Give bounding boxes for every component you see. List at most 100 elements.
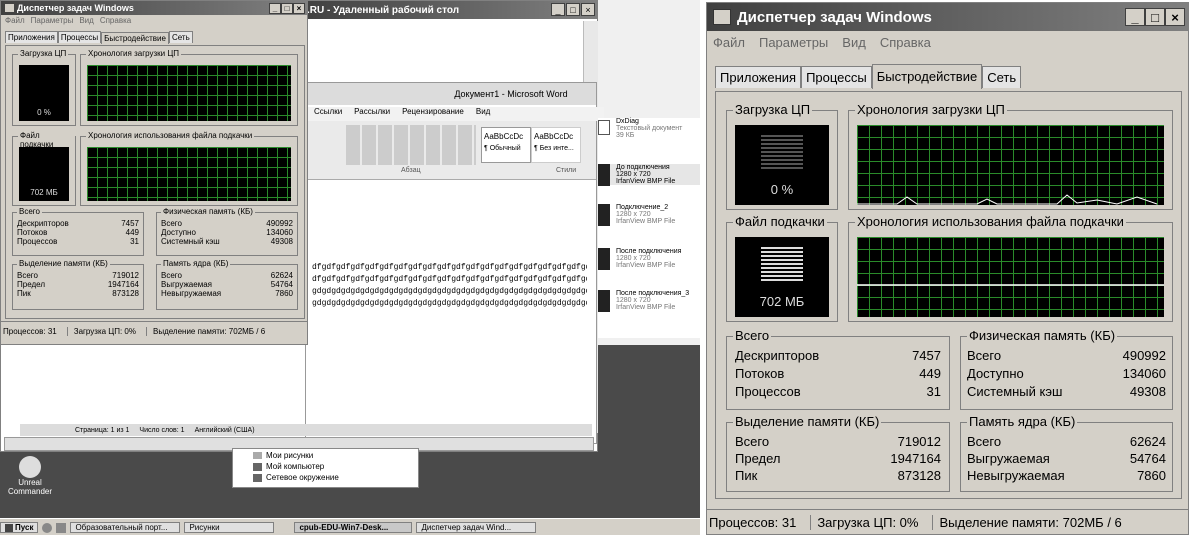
style-box-no-spacing[interactable]: AaBbCcDc ¶ Без инте... (531, 127, 581, 163)
pagefile-bar-icon (761, 247, 803, 283)
stat-value: 54764 (270, 280, 293, 289)
stat-label: Выгружаемая (967, 451, 1050, 466)
tab-applications[interactable]: Приложения (715, 66, 802, 88)
tab-panel: Загрузка ЦП 0 % Хронология загрузки ЦП Ф… (5, 45, 305, 319)
close-icon[interactable]: × (581, 3, 595, 16)
file-info: Текстовый документ (616, 125, 683, 132)
stat-label: Всего (735, 434, 770, 449)
minimize-icon[interactable]: _ (551, 3, 565, 16)
remote-window-controls: _ □ × (551, 3, 595, 16)
paragraph-controls[interactable] (346, 125, 476, 165)
stat-row: Невыгружаемая 7860 (967, 467, 1166, 484)
stat-label: Всего (161, 271, 182, 280)
ribbon-tab[interactable]: Ссылки (314, 107, 342, 121)
explorer-item[interactable]: Сетевое окружение (253, 473, 418, 482)
taskbar-item[interactable]: Диспетчер задач Wind... (416, 522, 537, 533)
stat-row: Процессов 31 (17, 237, 139, 246)
maximize-icon[interactable]: □ (1145, 8, 1165, 26)
tab-strip: Приложения Процессы Быстродействие Сеть (5, 29, 307, 44)
stat-value: 7457 (912, 348, 941, 363)
word-statusbar: Страница: 1 из 1 Число слов: 1 Английски… (20, 424, 592, 436)
stat-value: 62624 (1129, 434, 1166, 449)
status-words: Число слов: 1 (139, 426, 185, 434)
stat-value: 873128 (897, 468, 941, 483)
group-label: Загрузка ЦП (733, 102, 813, 117)
tab-network[interactable]: Сеть (982, 66, 1022, 88)
style-box-normal[interactable]: AaBbCcDc ¶ Обычный (481, 127, 531, 163)
close-icon[interactable]: × (293, 2, 305, 14)
tab-performance[interactable]: Быстродействие (101, 32, 169, 44)
taskbar-item[interactable]: Образовательный порт... (70, 522, 181, 533)
stat-value: 31 (926, 384, 941, 399)
stat-label: Предел (17, 280, 45, 289)
minimize-icon[interactable]: _ (1125, 8, 1145, 26)
quicklaunch-icon[interactable] (56, 522, 67, 533)
tab-network[interactable]: Сеть (168, 31, 193, 43)
totals-group: Всего Дескрипторов 7457 Потоков 449 Процес… (726, 328, 950, 410)
taskbar-item[interactable]: cpub-EDU-Win7-Desk... (294, 522, 413, 533)
stat-label: Доступно (161, 228, 196, 237)
group-label: Физическая память (КБ) (161, 207, 255, 216)
menu-options[interactable]: Параметры (759, 35, 828, 50)
window-title: Диспетчер задач Windows (737, 8, 932, 26)
taskbar-item[interactable]: Рисунки (184, 522, 275, 533)
file-item[interactable]: Подключение_2 1280 x 720 IrfanView BMP F… (598, 204, 700, 226)
stat-value: 134060 (1122, 366, 1166, 381)
status-bar: Процессов: 31 Загрузка ЦП: 0% Выделение … (1, 321, 307, 341)
menu-options[interactable]: Параметры (31, 16, 74, 25)
tab-applications[interactable]: Приложения (5, 31, 58, 43)
maximize-icon[interactable]: □ (281, 2, 293, 14)
start-button[interactable]: Пуск (0, 522, 39, 533)
menu-view[interactable]: Вид (842, 35, 866, 50)
tab-performance[interactable]: Быстродействие (871, 64, 983, 89)
group-label: Выделение памяти (КБ) (17, 259, 110, 268)
task-manager-large: Диспетчер задач Windows _ □ × Файл Парам… (706, 2, 1189, 535)
unreal-commander-icon (19, 456, 41, 478)
menu-help[interactable]: Справка (100, 16, 131, 25)
stat-row: Всего 719012 (17, 271, 139, 280)
tab-processes[interactable]: Процессы (801, 66, 872, 88)
document-text[interactable]: dfgdfgdfgdfgdfgdfgdfgdfgdfgdfgdfgdfgdfgd… (312, 262, 587, 310)
group-label-paragraph: Абзац (401, 167, 421, 174)
file-name: Подключение_2 (616, 204, 669, 211)
maximize-icon[interactable]: □ (566, 3, 580, 16)
app-icon (713, 9, 731, 25)
cpu-bar-icon (761, 135, 803, 171)
menu-help[interactable]: Справка (880, 35, 931, 50)
ribbon-tab[interactable]: Рассылки (354, 107, 390, 121)
file-item[interactable]: После подключения_3 1280 x 720 IrfanView… (598, 290, 700, 312)
file-item[interactable]: DxDiag Текстовый документ 39 КБ (598, 118, 700, 139)
text-file-icon (598, 120, 610, 135)
file-name: После подключения (616, 248, 682, 255)
menu-file[interactable]: Файл (713, 35, 745, 50)
pagefile-history-group: Хронология использования файла подкачки (80, 131, 298, 206)
explorer-item[interactable]: Мои рисунки (253, 451, 418, 460)
close-icon[interactable]: × (1165, 8, 1185, 26)
explorer-item[interactable]: Мой компьютер (253, 462, 418, 471)
menu-file[interactable]: Файл (5, 16, 25, 25)
file-item[interactable]: До подключения 1280 x 720 IrfanView BMP … (598, 164, 700, 186)
file-name: После подключения_3 (616, 290, 690, 297)
pagefile-meter: 702 МБ (19, 147, 69, 201)
pagefile-history-graph (87, 147, 291, 201)
file-item[interactable]: После подключения 1280 x 720 IrfanView B… (598, 248, 700, 270)
left-screenshot: .RU - Удаленный рабочий стол _ □ × Докум… (0, 0, 700, 535)
stat-row: Всего 490992 (161, 219, 293, 228)
stat-label: Пик (17, 289, 31, 298)
desktop-icon-unreal-commander[interactable]: Unreal Commander (8, 456, 52, 496)
ribbon-tab[interactable]: Вид (476, 107, 490, 121)
remote-desktop-title: .RU - Удаленный рабочий стол (307, 4, 460, 16)
pagefile-value: 702 МБ (30, 188, 58, 197)
stat-label: Невыгружаемая (967, 468, 1065, 483)
minimize-icon[interactable]: _ (269, 2, 281, 14)
quicklaunch-icon[interactable] (42, 522, 53, 533)
pagefile-group: Файл подкачки 702 МБ (726, 214, 838, 322)
menu-view[interactable]: Вид (79, 16, 93, 25)
tab-processes[interactable]: Процессы (57, 31, 102, 43)
stat-value: 49308 (270, 237, 293, 246)
computer-icon (253, 462, 262, 471)
icon-label: Unreal (18, 478, 42, 487)
ribbon-tab[interactable]: Рецензирование (402, 107, 464, 121)
stat-label: Выгружаемая (161, 280, 212, 289)
commit-charge-group: Выделение памяти (КБ) Всего 719012 Предел… (726, 414, 950, 492)
